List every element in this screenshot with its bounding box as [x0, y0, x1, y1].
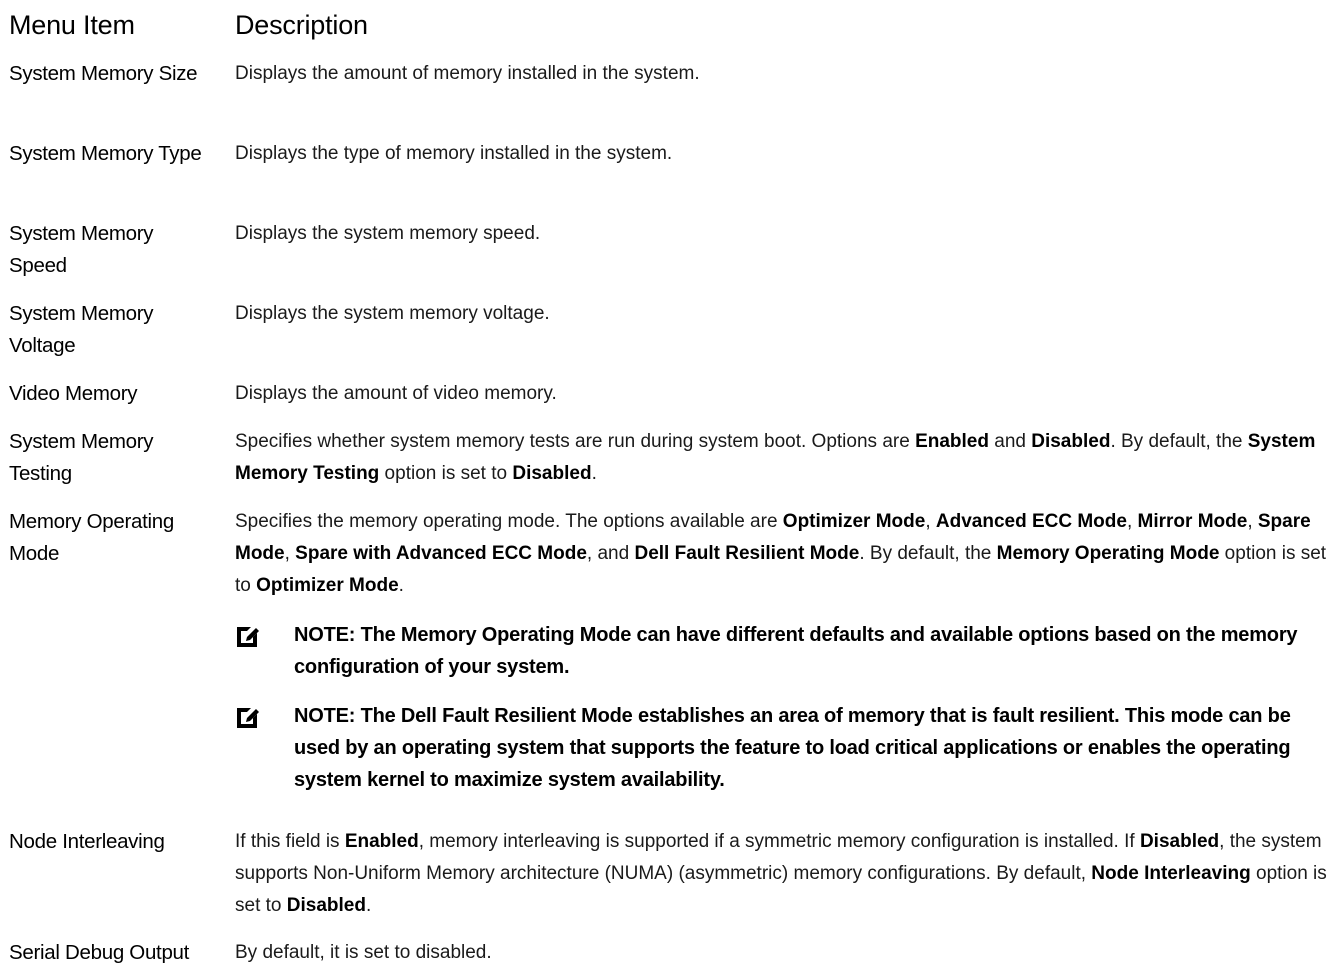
note-pencil-icon — [235, 706, 259, 730]
settings-table: Menu Item Description System Memory Size… — [0, 0, 1336, 965]
menu-item-description: By default, it is set to disabled. — [235, 942, 492, 963]
note-pencil-icon — [235, 625, 259, 649]
menu-item-label: System Memory Testing — [9, 430, 154, 485]
menu-item-label: System Memory Speed — [9, 222, 154, 277]
menu-item-label: Serial Debug Output — [9, 941, 190, 964]
note-text: NOTE: The Dell Fault Resilient Mode esta… — [294, 705, 1291, 791]
menu-item-description: Displays the system memory voltage. — [235, 303, 550, 324]
column-header-description: Description — [235, 10, 368, 40]
menu-item-label: System Memory Type — [9, 142, 202, 165]
menu-item-label: Video Memory — [9, 382, 138, 405]
menu-item-description: Displays the amount of memory installed … — [235, 63, 700, 84]
menu-item-description: Displays the system memory speed. — [235, 223, 541, 244]
menu-item-label: System Memory Voltage — [9, 302, 154, 357]
menu-item-description: Specifies whether system memory tests ar… — [235, 431, 1316, 484]
column-header-menu-item: Menu Item — [9, 10, 135, 40]
menu-item-description: Specifies the memory operating mode. The… — [235, 511, 1327, 596]
menu-item-description: Displays the type of memory installed in… — [235, 143, 673, 164]
menu-item-label: Memory Operating Mode — [9, 510, 174, 565]
menu-item-description: Displays the amount of video memory. — [235, 383, 557, 404]
note-text: NOTE: The Memory Operating Mode can have… — [294, 624, 1298, 678]
menu-item-label: System Memory Size — [9, 62, 198, 85]
menu-item-description: If this field is Enabled, memory interle… — [235, 831, 1327, 916]
menu-item-label: Node Interleaving — [9, 830, 165, 853]
